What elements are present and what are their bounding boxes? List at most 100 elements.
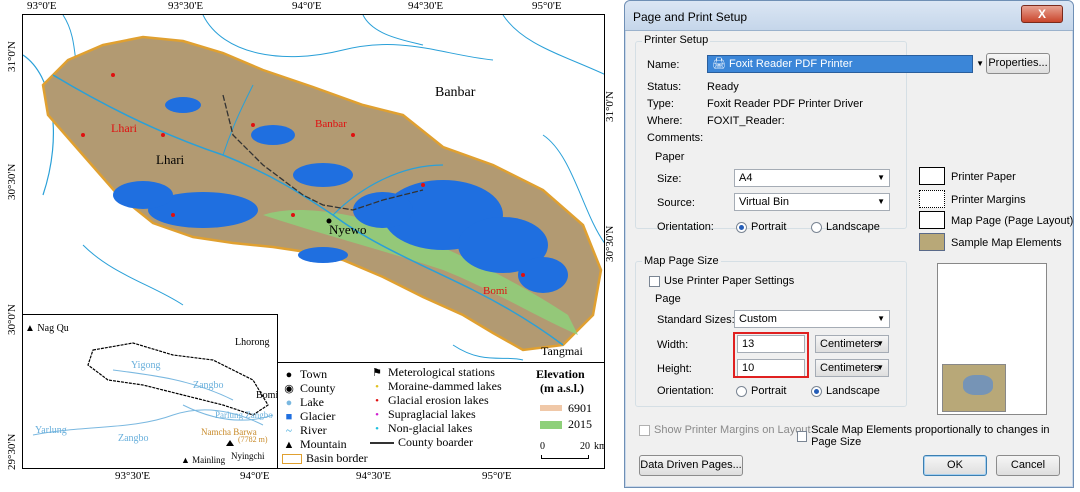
top-tick-2: 93°30'E: [168, 0, 204, 12]
inset-mainling-label: ▲ Mainling: [181, 455, 226, 465]
banbar-town-label: Banbar: [435, 85, 476, 100]
close-button[interactable]: X: [1021, 5, 1063, 23]
erosion-lake-icon: •: [375, 394, 379, 407]
page-portrait-radio[interactable]: Portrait: [736, 385, 786, 397]
legend-supraglacial: • Supraglacial lakes: [370, 407, 476, 422]
inset-zangbo-2-label: Zangbo: [118, 433, 149, 444]
elevation-min: 2015: [568, 417, 592, 431]
printer-name-select[interactable]: 🖨 Foxit Reader PDF Printer ▼: [707, 55, 984, 73]
height-unit-select[interactable]: Centimeters ▼: [815, 359, 889, 377]
page-orientation-label: Orientation:: [657, 385, 714, 397]
elevation-low-swatch: [540, 421, 562, 429]
cancel-button[interactable]: Cancel: [996, 455, 1060, 476]
use-printer-settings-checkbox[interactable]: Use Printer Paper Settings: [649, 275, 794, 287]
river-icon: ~: [286, 424, 292, 437]
paper-portrait-radio[interactable]: Portrait: [736, 221, 786, 233]
inset-parlung-label: Parlung Zangbo: [215, 410, 273, 420]
type-value: Foxit Reader PDF Printer Driver: [707, 98, 863, 110]
lhari-town-label: Lhari: [156, 152, 185, 167]
county-border-icon: [370, 441, 394, 444]
legend-glacier: ■ Glacier: [282, 409, 336, 424]
outer-river-1: [23, 54, 54, 196]
legend-moraine-lakes: • Moraine-dammed lakes: [370, 379, 502, 394]
standard-sizes-select[interactable]: Custom ▼: [734, 310, 890, 328]
inset-zangbo-1-label: Zangbo: [193, 380, 224, 391]
comments-label: Comments:: [647, 132, 704, 144]
where-label: Where:: [647, 115, 683, 127]
legend-met-stations: ⚑ Meterological stations: [370, 365, 495, 380]
paper-title: Paper: [653, 151, 687, 163]
basin-border-icon: [282, 453, 302, 464]
chevron-down-icon: ▼: [877, 314, 885, 323]
glacier-icon: ■: [285, 410, 293, 423]
inset-yigong-label: Yigong: [131, 360, 161, 371]
bottom-tick-4: 95°0'E: [482, 470, 512, 482]
mountain-icon: ▲: [283, 438, 295, 451]
scale-twenty: 20km: [580, 441, 604, 452]
properties-button[interactable]: Properties...: [986, 53, 1050, 74]
paper-size-select[interactable]: A4 ▼: [734, 169, 890, 187]
size-label: Size:: [657, 173, 682, 185]
top-tick-5: 95°0'E: [532, 0, 562, 12]
chevron-down-icon: ▼: [876, 363, 884, 372]
standard-sizes-label: Standard Sizes:: [657, 314, 735, 326]
inset-nyingchi-label: Nyingchi: [231, 451, 265, 461]
paper-source-select[interactable]: Virtual Bin ▼: [734, 193, 890, 211]
status-value: Ready: [707, 81, 739, 93]
lhari-county-label: Lhari: [111, 121, 137, 135]
paper-group: Paper: [647, 151, 897, 223]
paper-landscape-radio[interactable]: Landscape: [811, 221, 880, 233]
map-page-size-title: Map Page Size: [642, 255, 721, 267]
page-preview: [937, 263, 1047, 415]
inset-peak-height: (7782 m): [238, 435, 268, 444]
map-page-label: Map Page (Page Layout): [951, 215, 1074, 227]
legend-county-border: County boarder: [370, 435, 473, 450]
height-label: Height:: [657, 363, 692, 375]
ok-button[interactable]: OK: [923, 455, 987, 476]
inset-nag-qu-label: ▲ Nag Qu: [25, 323, 69, 334]
bottom-tick-3: 94°30'E: [356, 470, 392, 482]
right-tick-2: 30°30'N: [604, 225, 616, 262]
right-tick-1: 31°0'N: [604, 91, 616, 122]
legend-river: ~ River: [282, 423, 327, 438]
bomi-county-label: Bomi: [483, 285, 508, 297]
outer-river-8: [452, 344, 524, 361]
station-icon: ⚑: [372, 367, 382, 379]
inset-basin-outline: [87, 342, 269, 416]
data-driven-pages-button[interactable]: Data Driven Pages...: [639, 455, 743, 476]
tangmai-label: Tangmai: [541, 344, 583, 358]
map-page-swatch: [919, 211, 945, 229]
dialog-titlebar[interactable]: Page and Print Setup X: [625, 1, 1073, 31]
supraglacial-lake-icon: •: [375, 408, 379, 421]
legend-glacial-erosion: • Glacial erosion lakes: [370, 393, 489, 408]
top-tick-1: 93°0'E: [27, 0, 57, 12]
outer-river-3: [202, 15, 494, 61]
chevron-down-icon: ▼: [876, 339, 884, 348]
where-value: FOXIT_Reader:: [707, 115, 785, 127]
scale-elements-checkbox[interactable]: Scale Map Elements proportionally to cha…: [797, 424, 1073, 448]
show-printer-margins-checkbox[interactable]: Show Printer Margins on Layout: [639, 424, 811, 436]
scale-bar: [541, 455, 589, 459]
nyewo-label: Nyewo: [329, 222, 367, 237]
sample-elements-label: Sample Map Elements: [951, 237, 1062, 249]
inset-map: ▲ Nag Qu Lhorong Yigong Zangbo Bomi Parl…: [23, 314, 278, 468]
printer-margins-swatch: [919, 190, 945, 208]
printer-icon: 🖨: [712, 58, 726, 70]
name-label: Name:: [647, 59, 680, 71]
moraine-lake-icon: •: [375, 380, 379, 393]
page-landscape-radio[interactable]: Landscape: [811, 385, 880, 397]
chevron-down-icon: ▼: [877, 173, 885, 182]
banbar-county-label: Banbar: [315, 118, 347, 130]
legend-non-glacial: • Non-glacial lakes: [370, 421, 472, 436]
map-legend: ● Town ◉ County ● Lake ■ Glacier ~ River ▲ Mou…: [278, 362, 604, 468]
legend-basin-border: Basin border: [282, 451, 368, 466]
printer-margins-label: Printer Margins: [951, 194, 1026, 206]
elevation-unit: (m a.s.l.): [540, 381, 584, 395]
elevation-high-swatch: [540, 405, 562, 411]
outer-river-4: [362, 15, 424, 46]
map-figure: 93°0'E 93°30'E 94°0'E 94°30'E 95°0'E 93°…: [0, 0, 618, 492]
page-print-setup-dialog: Page and Print Setup X Printer Setup Nam…: [624, 0, 1074, 488]
legend-lake: ● Lake: [282, 395, 324, 410]
legend-county: ◉ County: [282, 381, 335, 396]
width-unit-select[interactable]: Centimeters ▼: [815, 335, 889, 353]
